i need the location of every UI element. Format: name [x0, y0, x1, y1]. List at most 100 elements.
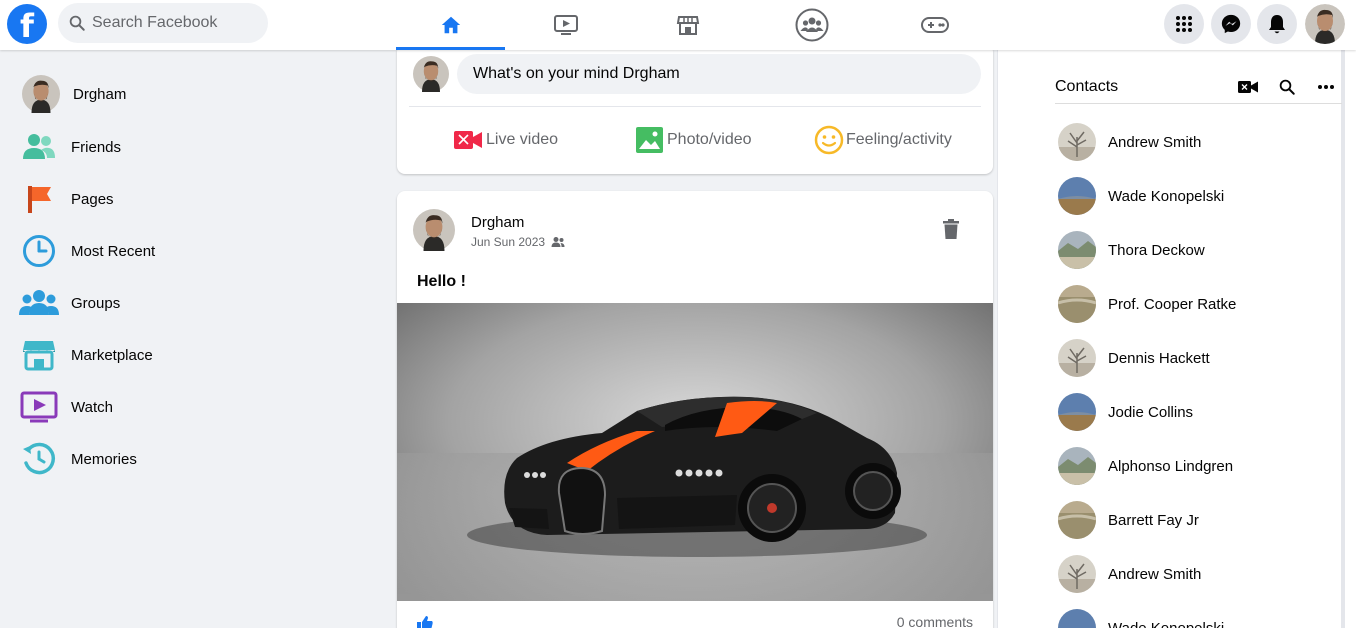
contact-name: Wade Konopelski: [1108, 619, 1225, 628]
contacts-options-button[interactable]: [1314, 76, 1338, 98]
live-video-button[interactable]: Live video: [454, 124, 558, 156]
messenger-button[interactable]: [1211, 4, 1251, 44]
contact-name: Andrew Smith: [1108, 133, 1202, 151]
post-text: Hello !: [417, 273, 466, 290]
post-author-avatar[interactable]: [413, 209, 455, 256]
avatar: [1058, 609, 1096, 628]
contact-item[interactable]: Alphonso Lindgren: [1058, 446, 1233, 486]
gamepad-icon: [920, 17, 949, 33]
tab-marketplace[interactable]: [633, 0, 742, 50]
watch-icon: [18, 386, 60, 428]
store-icon: [676, 16, 699, 35]
home-icon: [441, 16, 460, 34]
search-contacts-button[interactable]: [1275, 76, 1299, 98]
contact-name: Andrew Smith: [1108, 565, 1202, 583]
contact-item[interactable]: Thora Deckow: [1058, 230, 1205, 270]
contact-name: Barrett Fay Jr: [1108, 511, 1199, 529]
video-call-icon: [1238, 81, 1258, 93]
memories-icon: [18, 438, 60, 480]
search-input[interactable]: [92, 14, 262, 32]
smile-icon: [814, 125, 844, 155]
notifications-button[interactable]: [1257, 4, 1297, 44]
sidebar-item-groups[interactable]: Groups: [18, 281, 120, 325]
tab-gaming[interactable]: [880, 0, 989, 50]
tab-home[interactable]: [396, 0, 505, 50]
divider: [1055, 103, 1342, 104]
video-icon: [553, 15, 578, 35]
sidebar-item-profile[interactable]: Drgham: [22, 72, 126, 116]
more-icon: [1318, 85, 1334, 89]
contact-name: Alphonso Lindgren: [1108, 457, 1234, 475]
avatar: [413, 56, 449, 97]
sidebar-item-label: Marketplace: [71, 346, 153, 364]
contact-item[interactable]: Andrew Smith: [1058, 122, 1201, 162]
left-sidebar: Drgham Friends Pages Most Recent Groups …: [0, 50, 396, 628]
friends-icon: [18, 126, 60, 168]
sidebar-item-watch[interactable]: Watch: [18, 385, 113, 429]
contact-name: Prof. Cooper Ratke: [1108, 295, 1237, 313]
sidebar-item-label: Most Recent: [71, 242, 156, 260]
bell-icon: [1269, 15, 1285, 34]
avatar: [1305, 4, 1345, 44]
tab-watch[interactable]: [511, 0, 620, 50]
facebook-logo[interactable]: f: [7, 4, 47, 44]
contact-item[interactable]: Barrett Fay Jr: [1058, 500, 1199, 540]
scrollbar[interactable]: [1341, 50, 1345, 628]
sidebar-item-label: Memories: [71, 450, 137, 468]
sidebar-item-label: Friends: [71, 138, 122, 156]
avatar: [1058, 447, 1096, 485]
contact-item[interactable]: Wade Konopelski: [1058, 608, 1224, 628]
sidebar-item-label: Drgham: [73, 85, 127, 103]
photo-video-button[interactable]: Photo/video: [636, 124, 752, 156]
groups-icon: [795, 8, 828, 42]
contact-item[interactable]: Prof. Cooper Ratke: [1058, 284, 1236, 324]
account-avatar[interactable]: [1305, 4, 1345, 44]
avatar: [22, 75, 60, 113]
post-meta: Jun Sun 2023: [471, 235, 565, 249]
sidebar-item-memories[interactable]: Memories: [18, 437, 137, 481]
search-box[interactable]: [58, 3, 268, 43]
sidebar-item-marketplace[interactable]: Marketplace: [18, 333, 153, 377]
contact-item[interactable]: Dennis Hackett: [1058, 338, 1210, 378]
delete-post-button[interactable]: [943, 219, 959, 244]
tab-groups[interactable]: [757, 0, 866, 50]
avatar: [1058, 285, 1096, 323]
divider: [409, 106, 981, 107]
trash-icon: [943, 219, 959, 239]
new-room-button[interactable]: [1236, 76, 1260, 98]
feeling-activity-button[interactable]: Feeling/activity: [814, 124, 952, 156]
contact-item[interactable]: Wade Konopelski: [1058, 176, 1224, 216]
post-image[interactable]: [397, 303, 993, 601]
avatar: [1058, 339, 1096, 377]
avatar: [1058, 177, 1096, 215]
post-author-name[interactable]: Drgham: [471, 214, 524, 231]
clock-icon: [18, 230, 60, 272]
photo-icon: [636, 127, 663, 153]
contact-name: Thora Deckow: [1108, 241, 1205, 259]
contact-name: Wade Konopelski: [1108, 187, 1225, 205]
action-label: Photo/video: [667, 131, 752, 148]
menu-grid-icon: [1176, 16, 1192, 32]
messenger-icon: [1221, 14, 1241, 34]
action-label: Live video: [486, 131, 559, 148]
like-button[interactable]: [417, 615, 433, 628]
contacts-title: Contacts: [1055, 78, 1119, 95]
sidebar-item-friends[interactable]: Friends: [18, 125, 121, 169]
contact-name: Dennis Hackett: [1108, 349, 1210, 367]
sidebar-item-pages[interactable]: Pages: [18, 177, 114, 221]
post-date[interactable]: Jun Sun 2023: [471, 235, 545, 249]
menu-button[interactable]: [1164, 4, 1204, 44]
contact-item[interactable]: Andrew Smith: [1058, 554, 1201, 594]
search-icon: [1279, 79, 1295, 95]
feed-post: Drgham Jun Sun 2023 Hello ! 0 comments: [397, 191, 993, 628]
sidebar-item-most-recent[interactable]: Most Recent: [18, 229, 155, 273]
right-sidebar: Contacts Andrew Smith Wade Konopelski Th…: [997, 50, 1356, 628]
action-label: Feeling/activity: [846, 131, 952, 148]
sidebar-item-label: Watch: [71, 398, 113, 416]
contact-item[interactable]: Jodie Collins: [1058, 392, 1193, 432]
search-icon: [69, 15, 85, 31]
avatar: [1058, 555, 1096, 593]
whats-on-your-mind-input[interactable]: What's on your mind Drgham: [457, 54, 981, 94]
comments-count[interactable]: 0 comments: [897, 614, 973, 628]
avatar: [1058, 501, 1096, 539]
